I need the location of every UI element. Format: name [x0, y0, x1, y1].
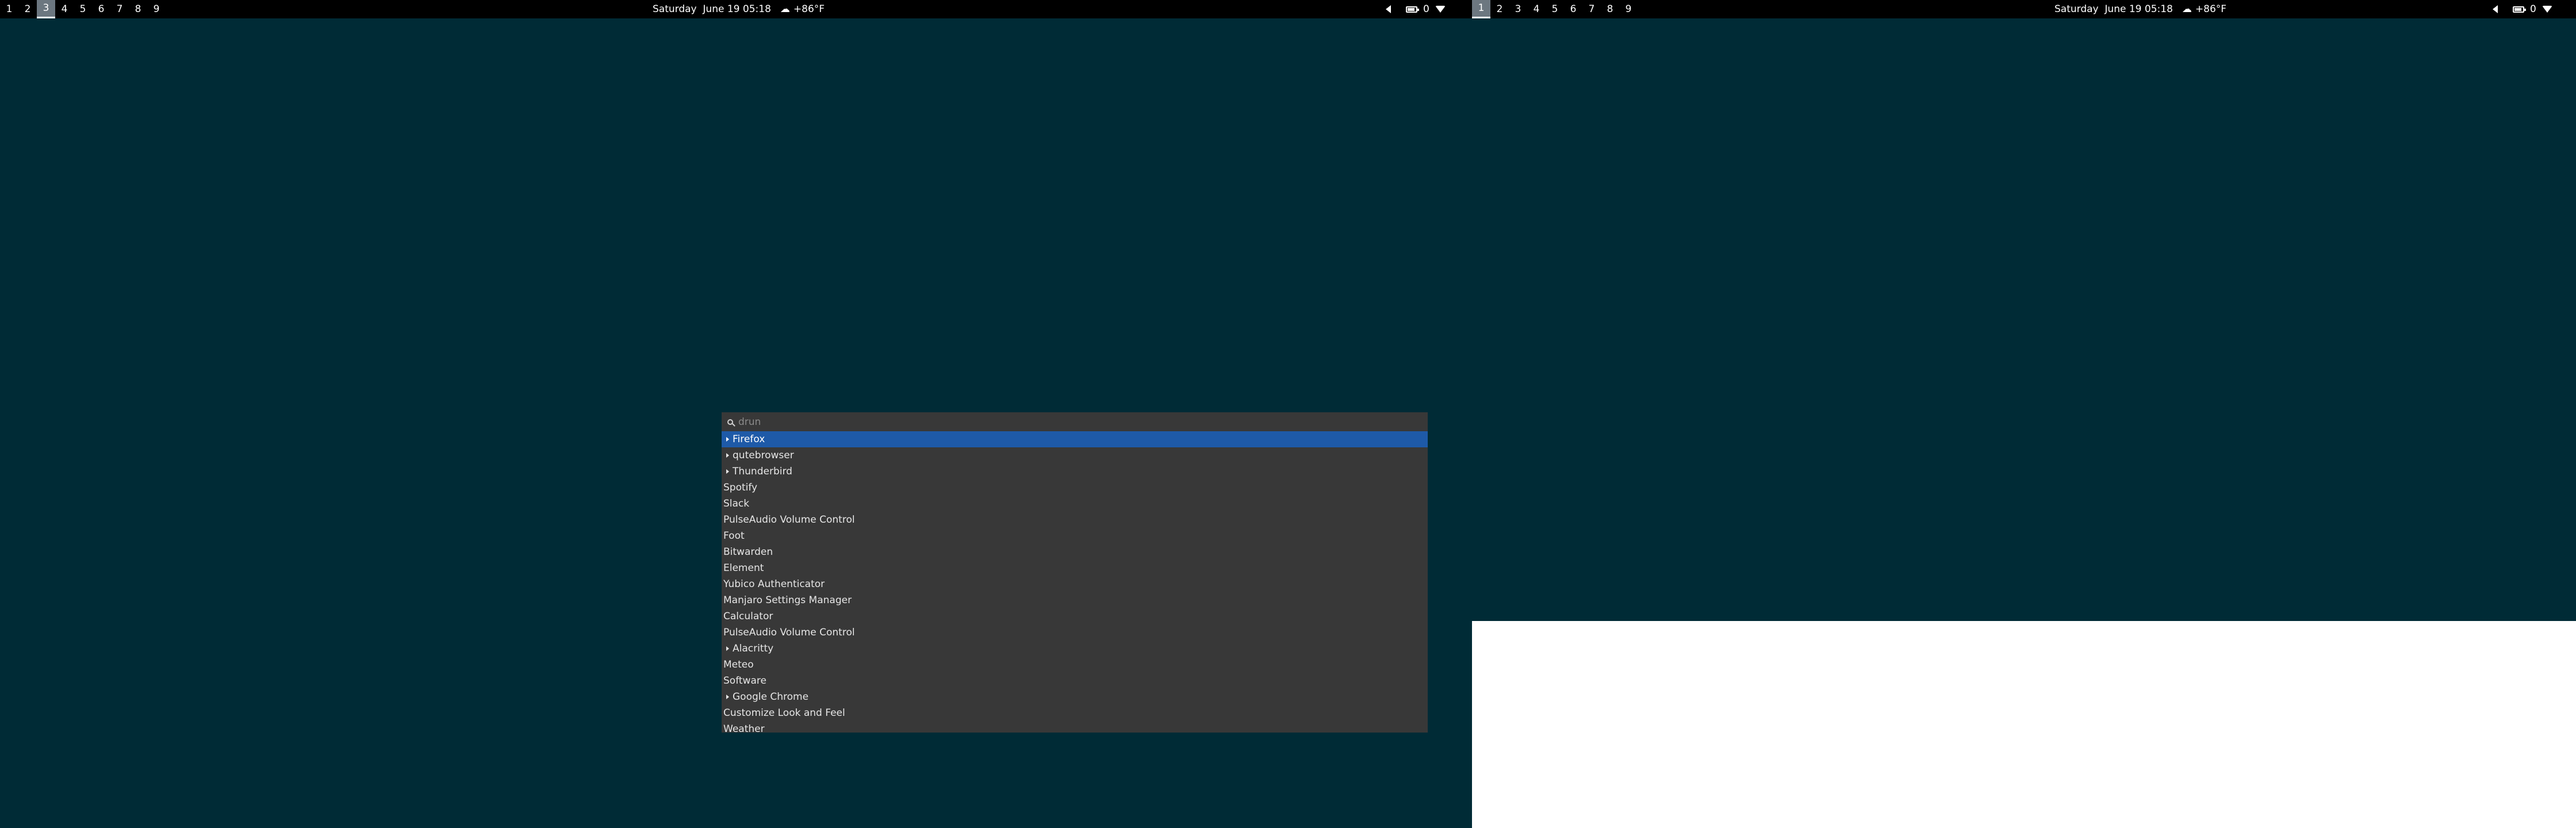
- clock-widget[interactable]: Saturday June 19 05:18 ☁ +86°F: [653, 0, 825, 18]
- search-icon: [727, 419, 733, 425]
- launcher-result-label: Firefox: [733, 434, 765, 445]
- workspace-switcher: 123456789: [1472, 0, 1638, 18]
- launcher-result-item[interactable]: Alacritty: [722, 641, 1428, 657]
- workspace-7[interactable]: 7: [110, 0, 129, 18]
- wifi-icon[interactable]: [2542, 6, 2552, 13]
- workspace-8[interactable]: 8: [1601, 0, 1619, 18]
- launcher-result-label: Software: [723, 675, 766, 687]
- workspace-2[interactable]: 2: [1490, 0, 1509, 18]
- blank-window[interactable]: [1472, 621, 2576, 828]
- launcher-result-item[interactable]: Meteo: [722, 657, 1428, 673]
- clock-time: 05:18: [742, 3, 771, 15]
- expand-arrow-icon[interactable]: [726, 695, 729, 699]
- battery-icon[interactable]: [1406, 6, 1419, 13]
- launcher-result-item[interactable]: Software: [722, 673, 1428, 689]
- workspace-4[interactable]: 4: [1527, 0, 1546, 18]
- workspace-5[interactable]: 5: [74, 0, 92, 18]
- tray-expand-icon[interactable]: [2493, 5, 2498, 13]
- search-input[interactable]: [738, 416, 1083, 428]
- launcher-result-label: Calculator: [723, 611, 773, 622]
- workspace-2[interactable]: 2: [18, 0, 37, 18]
- launcher-result-label: PulseAudio Volume Control: [723, 627, 855, 638]
- launcher-result-label: PulseAudio Volume Control: [723, 514, 855, 526]
- right-monitor: 123456789 Saturday June 19 05:18 ☁ +86°F 0: [1472, 0, 2576, 828]
- launcher-result-label: qutebrowser: [733, 450, 794, 461]
- system-tray: 0: [1386, 0, 1460, 18]
- top-bar: 123456789 Saturday June 19 05:18 ☁ +86°F 0: [0, 0, 1472, 18]
- launcher-result-item[interactable]: Manjaro Settings Manager: [722, 592, 1428, 608]
- workspace-3[interactable]: 3: [1509, 0, 1527, 18]
- workspace-7[interactable]: 7: [1582, 0, 1601, 18]
- launcher-result-item[interactable]: Slack: [722, 496, 1428, 512]
- clock-time: 05:18: [2144, 3, 2173, 15]
- top-bar: 123456789 Saturday June 19 05:18 ☁ +86°F 0: [1472, 0, 2576, 18]
- launcher-result-label: Yubico Authenticator: [723, 578, 825, 590]
- launcher-result-item[interactable]: Weather: [722, 721, 1428, 737]
- launcher-result-item[interactable]: Calculator: [722, 608, 1428, 624]
- launcher-result-item[interactable]: Element: [722, 560, 1428, 576]
- launcher-search-row: [722, 412, 1428, 431]
- launcher-result-label: Spotify: [723, 482, 758, 493]
- launcher-result-label: Customize Look and Feel: [723, 707, 845, 719]
- launcher-result-item[interactable]: qutebrowser: [722, 447, 1428, 463]
- workspace-9[interactable]: 9: [1619, 0, 1638, 18]
- expand-arrow-icon[interactable]: [726, 646, 729, 651]
- launcher-result-item[interactable]: Bitwarden: [722, 544, 1428, 560]
- launcher-result-item[interactable]: Firefox: [722, 431, 1428, 447]
- notification-count[interactable]: 0: [2530, 3, 2536, 15]
- weather-temp: +86°F: [2195, 3, 2227, 15]
- launcher-result-label: Element: [723, 562, 764, 574]
- clock-day: Saturday: [2054, 3, 2099, 15]
- workspace-6[interactable]: 6: [1564, 0, 1582, 18]
- wifi-icon[interactable]: [1435, 6, 1446, 13]
- expand-arrow-icon[interactable]: [726, 469, 729, 474]
- workspace-switcher: 123456789: [0, 0, 166, 18]
- launcher-result-label: Alacritty: [733, 643, 774, 654]
- launcher-result-label: Bitwarden: [723, 546, 773, 558]
- launcher-result-item[interactable]: Thunderbird: [722, 463, 1428, 480]
- launcher-result-label: Foot: [723, 530, 745, 542]
- expand-arrow-icon[interactable]: [726, 437, 729, 442]
- clock-widget[interactable]: Saturday June 19 05:18 ☁ +86°F: [2054, 0, 2226, 18]
- launcher-result-item[interactable]: PulseAudio Volume Control: [722, 512, 1428, 528]
- clock-date: June 19: [2104, 3, 2142, 15]
- launcher-result-label: Manjaro Settings Manager: [723, 595, 852, 606]
- notification-count[interactable]: 0: [1423, 3, 1429, 15]
- launcher-results: Firefox qutebrowser Thunderbird Spotify Slac…: [722, 431, 1428, 737]
- cloud-icon: ☁: [2182, 3, 2192, 15]
- workspace-1[interactable]: 1: [0, 0, 18, 18]
- left-monitor: 123456789 Saturday June 19 05:18 ☁ +86°F 0…: [0, 0, 1472, 828]
- app-launcher: Firefox qutebrowser Thunderbird Spotify Slac…: [722, 412, 1428, 735]
- launcher-result-label: Google Chrome: [733, 691, 809, 703]
- tray-expand-icon[interactable]: [1386, 5, 1391, 13]
- launcher-result-label: Weather: [723, 723, 765, 735]
- launcher-result-item[interactable]: Yubico Authenticator: [722, 576, 1428, 592]
- launcher-result-item[interactable]: Foot: [722, 528, 1428, 544]
- workspace-4[interactable]: 4: [55, 0, 74, 18]
- workspace-9[interactable]: 9: [147, 0, 166, 18]
- clock-date: June 19: [703, 3, 740, 15]
- launcher-result-label: Meteo: [723, 659, 754, 670]
- system-tray: 0: [2493, 0, 2567, 18]
- launcher-result-item[interactable]: PulseAudio Volume Control: [722, 624, 1428, 641]
- workspace-8[interactable]: 8: [129, 0, 147, 18]
- launcher-result-label: Thunderbird: [733, 466, 792, 477]
- clock-day: Saturday: [653, 3, 697, 15]
- workspace-1[interactable]: 1: [1472, 0, 1490, 18]
- cloud-icon: ☁: [780, 3, 790, 15]
- workspace-3[interactable]: 3: [37, 0, 55, 18]
- launcher-result-label: Slack: [723, 498, 750, 509]
- launcher-result-item[interactable]: Customize Look and Feel: [722, 705, 1428, 721]
- workspace-5[interactable]: 5: [1546, 0, 1564, 18]
- expand-arrow-icon[interactable]: [726, 453, 729, 458]
- battery-icon[interactable]: [2513, 6, 2526, 13]
- weather-temp: +86°F: [793, 3, 825, 15]
- launcher-result-item[interactable]: Google Chrome: [722, 689, 1428, 705]
- workspace-6[interactable]: 6: [92, 0, 110, 18]
- launcher-result-item[interactable]: Spotify: [722, 480, 1428, 496]
